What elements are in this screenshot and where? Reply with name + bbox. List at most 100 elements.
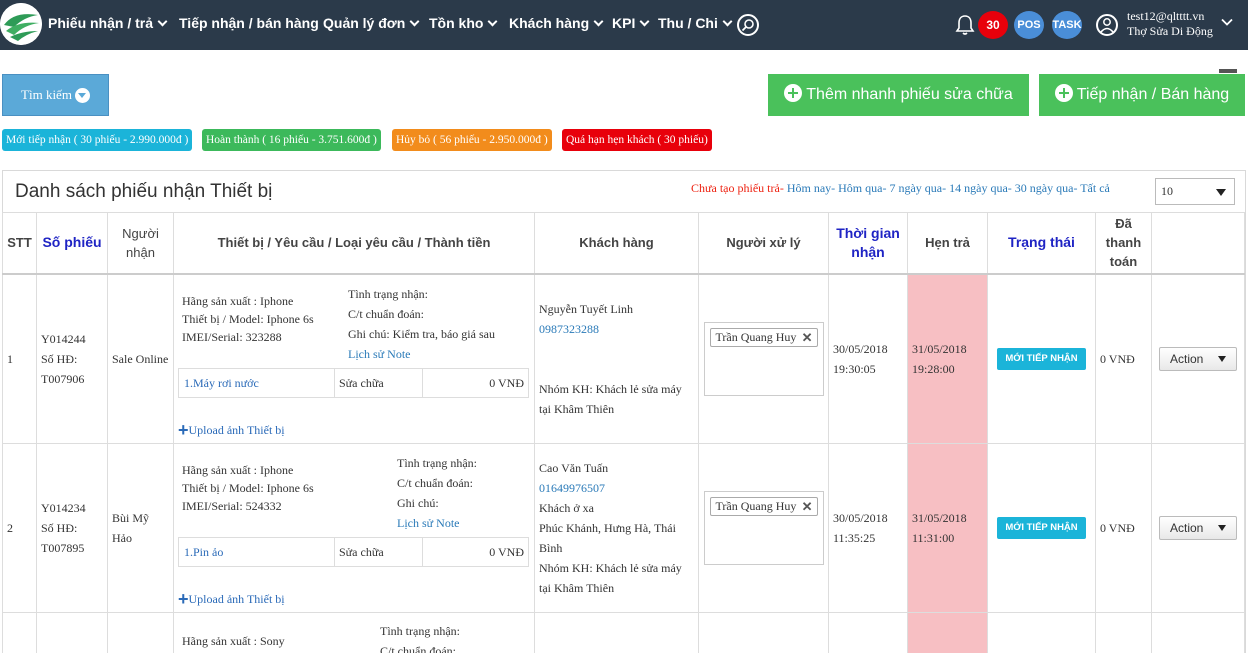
table-row: 2 Y014234 Số HĐ: T007895 Bùi Mỹ Hảo Hãng … [2,442,1245,613]
action-dropdown[interactable]: Action [1159,346,1237,371]
request-line: 1.Pin ảo Sửa chữa 0 VNĐ [178,536,529,567]
header-thoi-gian-nhan[interactable]: Thời gian nhận [828,212,908,275]
header-so-phieu[interactable]: Số phiếu [36,212,108,275]
close-icon[interactable]: ✕ [802,331,813,344]
row-customer: Nguyễn Tuyết Linh 0987323288 Nhóm KH: Kh… [534,273,699,444]
caret-down-icon [1218,524,1226,531]
pos-button[interactable]: POS [1014,11,1044,39]
handler-select[interactable]: Trần Quang Huy ✕ [703,490,824,565]
row-customer: Cao Văn Tuấn 01649976507 Khách ở xa Phúc… [534,442,699,613]
filter-30-days[interactable]: 30 ngày qua [1015,181,1074,195]
header-khach-hang: Khách hàng [534,212,699,275]
search-icon[interactable] [737,14,759,36]
header-hen-tra: Hẹn trả [907,212,988,275]
row-device-info: Hãng sản xuất : Iphone Thiết bị / Model:… [173,273,535,444]
caret-down-icon [1218,355,1226,362]
row-paid: 0 VNĐ [1095,273,1152,444]
status-badge[interactable]: MỚI TIẾP NHẬN [997,517,1086,539]
header-da-thanh-toan: Đã thanh toán [1095,212,1152,275]
panel-title: Danh sách phiếu nhận Thiết bị [15,181,273,202]
row-due-time: 31/05/2018 19:28:00 [907,273,988,444]
upload-device-image-link[interactable]: +Upload ảnh Thiết bị [178,418,285,440]
app-logo[interactable] [0,3,42,45]
customer-phone[interactable]: 0987323288 [539,319,694,339]
filter-14-days[interactable]: 14 ngày qua [949,181,1008,195]
request-line: 1.Máy rơi nước Sửa chữa 0 VNĐ [178,367,529,398]
row-so-phieu[interactable]: Y014234 Số HĐ: T007895 [36,442,108,613]
ticket-table: STT Số phiếu Người nhận Thiết bị / Yêu c… [2,212,1245,653]
badge-overdue[interactable]: Quá hạn hẹn khách ( 30 phiếu) [562,129,712,151]
nav-thu-chi[interactable]: Thu / Chi [658,15,733,31]
handler-select[interactable]: Trần Quang Huy ✕ [703,321,824,396]
row-due-time: 31/05/2018 11:31:00 [907,442,988,613]
note-history-link[interactable]: Lịch sử Note [348,344,495,364]
filter-no-return[interactable]: Chưa tạo phiếu trả [691,181,780,195]
nav-tiep-nhan-ban-hang[interactable]: Tiếp nhận / bán hàng [179,15,319,31]
receive-condition: Tình trạng nhận: [348,286,428,301]
row-so-phieu[interactable]: Y014244 Số HĐ: T007906 [36,273,108,444]
chevron-down-icon [722,16,733,27]
nav-ton-kho[interactable]: Tồn kho [429,15,498,31]
request-amount: 0 VNĐ [489,375,524,390]
header-stt: STT [2,212,37,275]
badge-new-received[interactable]: Mới tiếp nhận ( 30 phiếu - 2.990.000đ ) [2,129,193,151]
customer-address: Phúc Khánh, Hưng Hà, Thái Bình [539,520,676,555]
request-name[interactable]: 1.Pin ảo [179,537,335,566]
request-name[interactable]: 1.Máy rơi nước [179,368,335,397]
note: Ghi chú: [397,495,439,510]
plus-circle-icon [784,83,803,102]
menu-icon[interactable] [1219,69,1237,73]
quick-add-repair-button[interactable]: Thêm nhanh phiếu sửa chữa [768,74,1029,116]
row-action: Action [1151,273,1245,444]
nav-kpi[interactable]: KPI [612,15,650,31]
header-action [1151,212,1245,275]
nav-quan-ly-don[interactable]: Quản lý đơn [323,15,420,31]
row-stt: 1 [2,273,37,444]
user-icon[interactable] [1096,14,1118,36]
action-dropdown[interactable]: Action [1159,515,1237,540]
badge-completed[interactable]: Hoàn thành ( 16 phiếu - 3.751.600đ ) [202,129,381,151]
row-status: MỚI TIẾP NHẬN [987,273,1096,444]
row-status: MỚI TIẾP NHẬN [987,442,1096,613]
row-action: Action [1151,442,1245,613]
row-handler: Trần Quang Huy ✕ [698,442,829,613]
imei-serial: IMEI/Serial: 323288 [182,329,282,344]
page-size-select[interactable]: 10 [1155,178,1235,205]
receive-sell-button[interactable]: Tiếp nhận / Bán hàng [1039,74,1245,116]
badge-cancelled[interactable]: Hủy bỏ ( 56 phiếu - 2.950.000đ ) [392,129,552,151]
filter-7-days[interactable]: 7 ngày qua [889,181,942,195]
user-name[interactable]: Thợ Sửa Di Động [1127,24,1213,39]
receive-condition: Tình trạng nhận: [380,623,460,638]
filter-yesterday[interactable]: Hôm qua [838,181,882,195]
notification-badge[interactable]: 30 [978,11,1008,39]
header-nguoi-nhan: Người nhận [107,212,174,275]
customer-phone[interactable]: 01649976507 [539,478,694,498]
row-nguoi-nhan: Sale Online [107,273,174,444]
close-icon[interactable]: ✕ [802,500,813,513]
chevron-down-icon[interactable] [1221,16,1233,31]
nav-phieu-nhan-tra[interactable]: Phiếu nhận / trả [48,15,168,31]
upload-device-image-link[interactable]: +Upload ảnh Thiết bị [178,587,285,609]
filter-today[interactable]: Hôm nay [787,181,831,195]
plus-icon: + [178,419,189,440]
customer-name: Nguyễn Tuyết Linh [539,301,634,316]
status-badge[interactable]: MỚI TIẾP NHẬN [997,348,1086,370]
manufacturer: Hãng sản xuất : Sony [182,633,285,648]
row-stt: 2 [2,442,37,613]
header-trang-thai[interactable]: Trạng thái [987,212,1096,275]
nav-khach-hang[interactable]: Khách hàng [509,15,604,31]
search-toggle-button[interactable]: Tìm kiếm [2,74,109,116]
top-navbar: Phiếu nhận / trả Tiếp nhận / bán hàng Qu… [0,0,1248,50]
bell-icon[interactable] [955,14,975,40]
chevron-down-icon [593,16,604,27]
row-device-info: Hãng sản xuất : Iphone Thiết bị / Model:… [173,442,535,613]
device-model: Thiết bị / Model: Iphone 6s [182,311,314,326]
note-history-link[interactable]: Lịch sử Note [397,513,477,533]
user-email[interactable]: test12@qltttt.vn [1127,9,1204,24]
plus-icon: + [178,588,189,609]
row-handler: Trần Quang Huy ✕ [698,273,829,444]
task-button[interactable]: TASK [1052,11,1082,39]
note: Ghi chú: Kiểm tra, báo giá sau [348,326,495,341]
handler-tag: Trần Quang Huy ✕ [709,496,818,516]
filter-all[interactable]: Tất cả [1080,181,1110,195]
